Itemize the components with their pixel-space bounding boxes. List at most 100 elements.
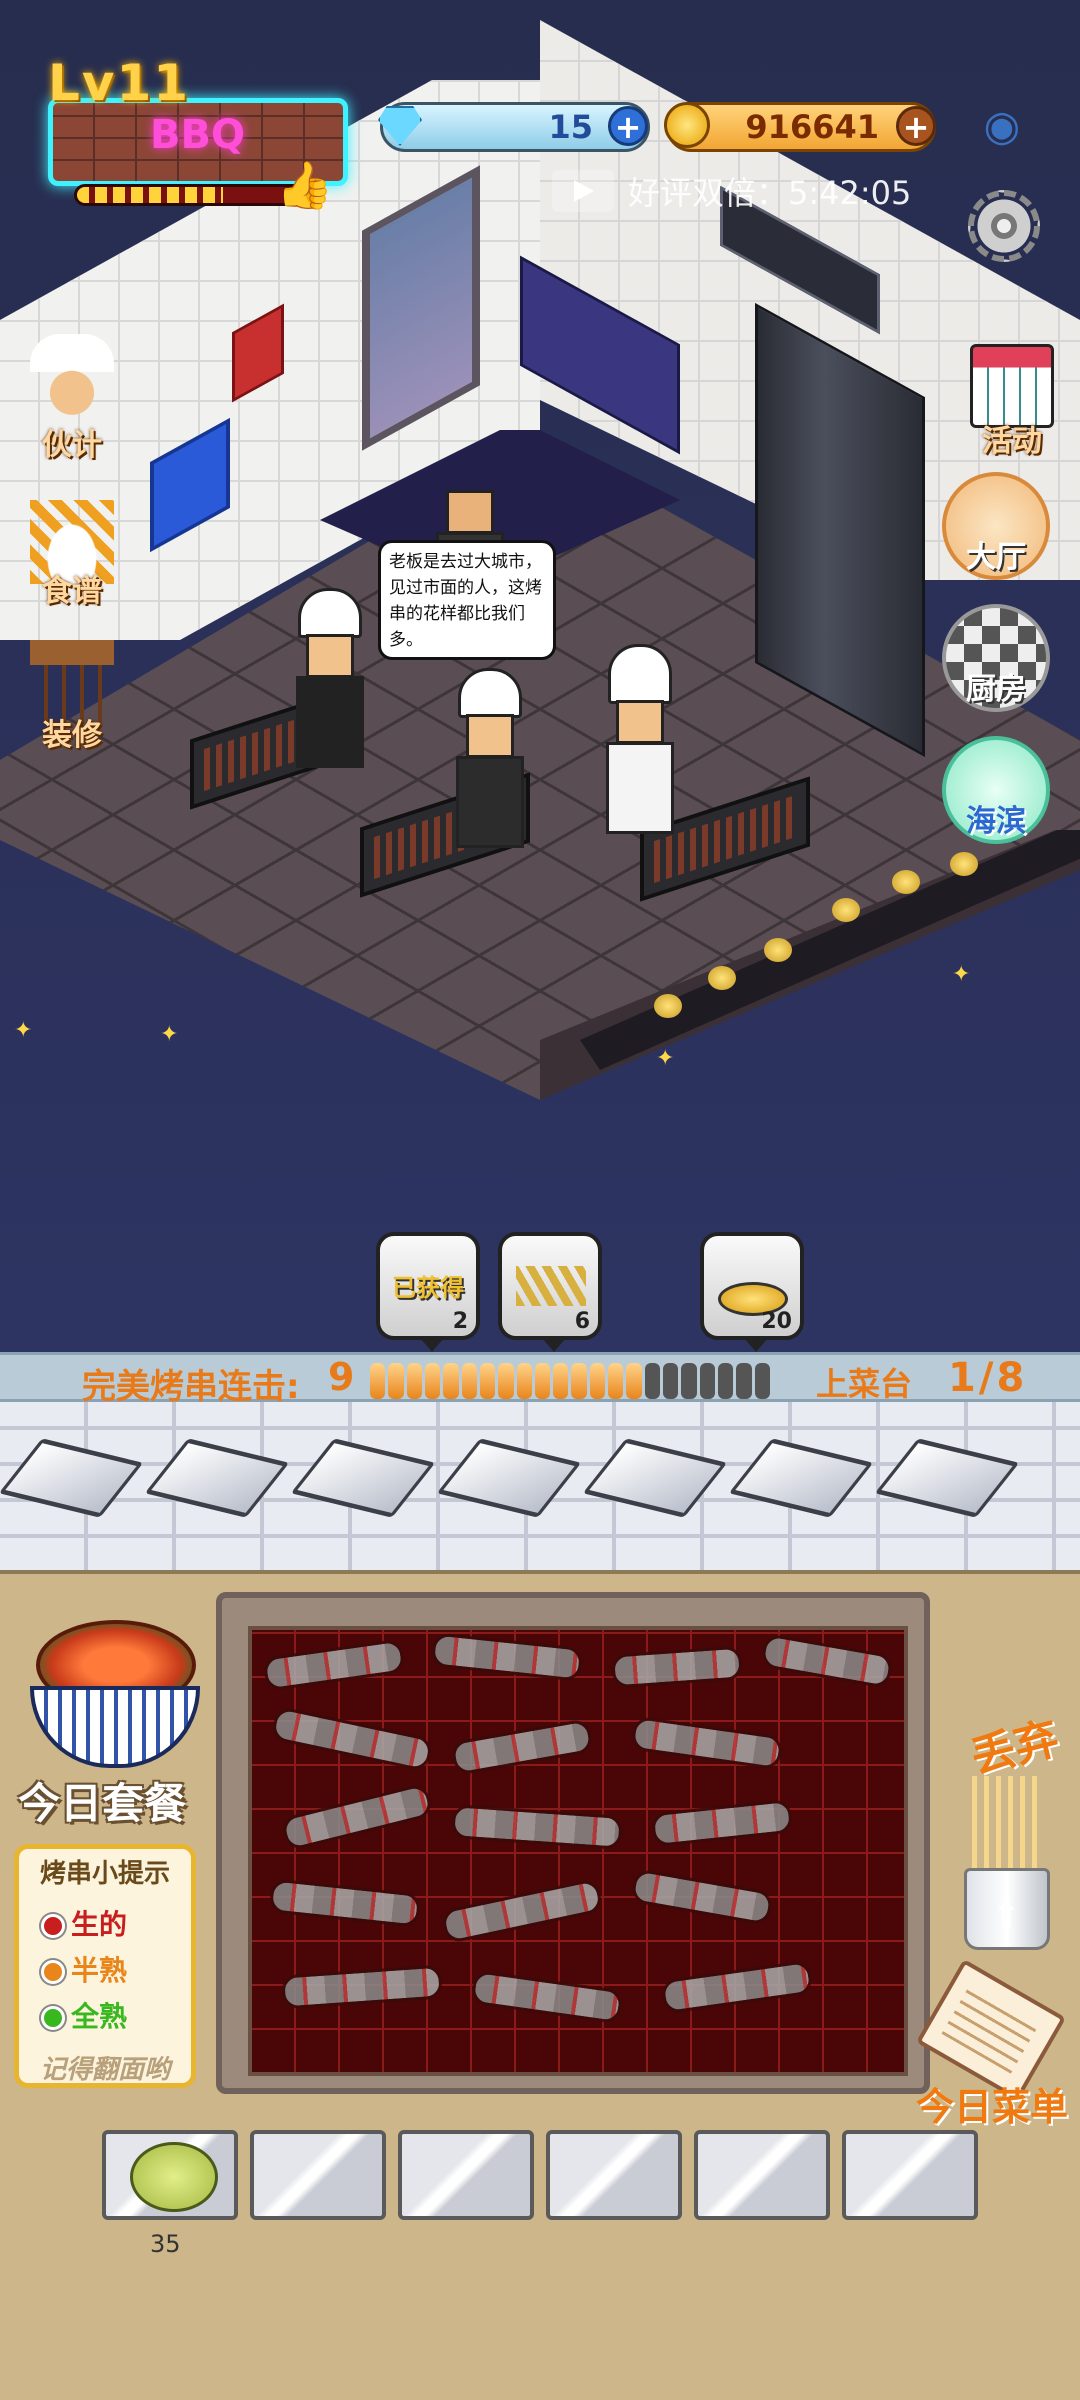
beach-button[interactable]: 海滨 <box>942 736 1050 844</box>
serving-plates <box>0 1402 1080 1570</box>
order-count: 20 <box>761 1309 792 1334</box>
plate[interactable] <box>0 1438 144 1518</box>
skewer[interactable] <box>660 1959 814 2015</box>
discard-cup[interactable]: ⇧ <box>964 1776 1060 1952</box>
level-label: Lv11 <box>48 54 191 112</box>
recipes-label: 食谱 <box>42 574 102 609</box>
order-obtained-label: 已获得 <box>392 1274 464 1302</box>
order-card[interactable]: 20 <box>700 1232 804 1352</box>
events-button[interactable]: 活动 <box>952 344 1072 464</box>
bun-icon <box>654 994 682 1018</box>
combo-tick <box>736 1363 752 1399</box>
plate[interactable] <box>582 1438 728 1518</box>
fries-icon <box>516 1266 586 1306</box>
inventory-slot[interactable] <box>250 2130 386 2220</box>
bowl-icon <box>30 1686 200 1768</box>
ad-timer-label: 好评双倍：5:42:05 <box>628 174 912 212</box>
inventory-slot[interactable] <box>842 2130 978 2220</box>
combo-tick <box>370 1363 386 1399</box>
skewer[interactable] <box>450 1718 594 1776</box>
inventory-slot[interactable] <box>398 2130 534 2220</box>
serving-station-count: 1/8 <box>948 1355 1028 1401</box>
sticks-icon <box>972 1776 1042 1876</box>
raw-dot-icon <box>41 1914 65 1938</box>
skewer[interactable] <box>440 1877 604 1945</box>
recipes-button[interactable]: 食谱 <box>12 500 132 620</box>
combo-tick <box>479 1363 496 1399</box>
star-icon: ✦ <box>952 962 971 987</box>
hall-button[interactable]: 大厅 <box>942 472 1050 580</box>
hall-label: 大厅 <box>966 540 1026 575</box>
chef-character[interactable] <box>290 588 370 768</box>
head-chef-character[interactable] <box>600 644 680 834</box>
grill-grid[interactable] <box>248 1626 908 2076</box>
tip-raw-label: 生的 <box>71 1908 128 1941</box>
add-coins-button[interactable]: + <box>896 106 936 146</box>
skewer[interactable] <box>430 1632 584 1682</box>
events-label: 活动 <box>982 424 1042 459</box>
eye-icon[interactable]: ◉ <box>970 100 1034 152</box>
skewer[interactable] <box>610 1645 744 1689</box>
skewer[interactable] <box>760 1632 894 1690</box>
plate[interactable] <box>290 1438 436 1518</box>
star-icon: ✦ <box>656 1046 675 1071</box>
today-combo-label: 今日套餐 <box>18 1779 187 1828</box>
skewer[interactable] <box>268 1878 422 1928</box>
tip-done-label: 全熟 <box>71 2000 128 2033</box>
order-count: 2 <box>452 1309 468 1334</box>
order-card[interactable]: 6 <box>498 1232 602 1352</box>
combo-tick <box>644 1363 660 1399</box>
combo-tick <box>553 1363 569 1399</box>
skewer[interactable] <box>451 1804 623 1850</box>
skewer[interactable] <box>280 1782 434 1852</box>
combo-tick <box>699 1363 715 1399</box>
plate[interactable] <box>874 1438 1020 1518</box>
skewer[interactable] <box>470 1969 624 2025</box>
skewer[interactable] <box>281 1964 443 2010</box>
order-card[interactable]: 已获得 2 <box>376 1232 480 1352</box>
thumbs-up-icon: 👍 <box>276 158 334 212</box>
combo-tick <box>681 1363 697 1399</box>
dumpling-icon <box>130 2142 218 2212</box>
chef-character[interactable] <box>450 668 530 848</box>
beach-label: 海滨 <box>966 804 1026 839</box>
combo-tick <box>424 1363 441 1399</box>
bun-icon <box>708 966 736 990</box>
partners-button[interactable]: 伙计 <box>12 334 132 463</box>
kitchen-button[interactable]: 厨房 <box>942 604 1050 712</box>
done-dot-icon <box>41 2006 65 2030</box>
combo-progress <box>370 1363 770 1399</box>
chef-hat-icon <box>30 334 114 418</box>
skewer[interactable] <box>650 1798 794 1848</box>
double-reward-ad[interactable]: 好评双倍：5:42:05 <box>552 166 911 216</box>
inventory-slot[interactable] <box>102 2130 238 2220</box>
half-dot-icon <box>41 1960 65 1984</box>
plate[interactable] <box>728 1438 874 1518</box>
today-menu-label: 今日菜单 <box>916 2085 1069 2129</box>
decorate-label: 装修 <box>42 718 102 753</box>
tip-half-label: 半熟 <box>71 1954 128 1987</box>
combo-tick <box>663 1363 679 1399</box>
combo-tick <box>443 1363 459 1399</box>
tips-footer: 记得翻面哟 <box>39 2055 170 2085</box>
inventory-slot[interactable] <box>694 2130 830 2220</box>
skewer[interactable] <box>630 1715 784 1771</box>
plate[interactable] <box>436 1438 582 1518</box>
shop-sign-label: BBQ <box>150 112 245 158</box>
skewer[interactable] <box>630 1868 774 1926</box>
combo-tick <box>498 1363 514 1399</box>
skewer[interactable] <box>270 1705 434 1773</box>
gear-icon[interactable] <box>968 190 1040 262</box>
skewer[interactable] <box>262 1638 406 1692</box>
today-combo-bowl[interactable] <box>20 1600 210 1776</box>
decorate-button[interactable]: 装修 <box>12 640 132 760</box>
tip-half: 半熟 <box>41 1949 127 1989</box>
grill-board <box>216 1592 930 2094</box>
combo-value: 9 <box>328 1355 355 1399</box>
plate[interactable] <box>144 1438 290 1518</box>
combo-tick <box>608 1363 624 1399</box>
combo-tick <box>754 1363 770 1399</box>
inventory-slot[interactable] <box>546 2130 682 2220</box>
add-gems-button[interactable]: + <box>608 106 648 146</box>
tip-done: 全熟 <box>41 1995 127 2035</box>
